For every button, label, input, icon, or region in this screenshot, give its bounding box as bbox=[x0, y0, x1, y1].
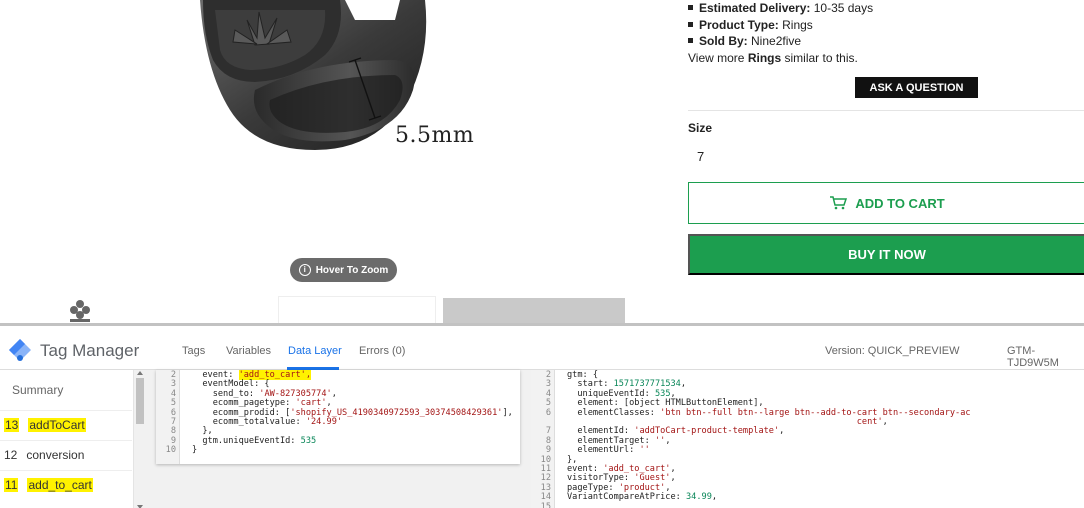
event-sidebar: Summary 13 addToCart 12 conversion 11 add_t… bbox=[0, 370, 145, 508]
code-text: VariantCompareAtPrice: 34.99, bbox=[567, 492, 718, 503]
sidebar-event-addtocart[interactable]: 13 addToCart bbox=[0, 410, 132, 439]
bullet-icon bbox=[688, 21, 693, 27]
datalayer-code-block: 2 event: 'add_to_cart', 3 eventModel: {4 … bbox=[156, 370, 520, 464]
code-text: } bbox=[192, 445, 198, 456]
sidebar-event-add-to-cart[interactable]: 11 add_to_cart bbox=[0, 470, 132, 499]
line-number: 6 bbox=[545, 407, 551, 418]
ring-width-label: 5.5mm bbox=[395, 123, 475, 148]
cart-icon bbox=[830, 196, 848, 210]
variables-code-block: 2 gtm: {3 start: 1571737771534, 4 uniqueEv… bbox=[531, 370, 993, 508]
add-to-cart-label: ADD TO CART bbox=[855, 195, 945, 211]
tab-errors[interactable]: Errors (0) bbox=[359, 345, 405, 357]
tab-data-layer[interactable]: Data Layer bbox=[288, 345, 342, 357]
info-estimated-delivery: Estimated Delivery: 10-35 days bbox=[688, 0, 1084, 17]
tag-manager-header: Tag Manager Tags Variables Data Layer Er… bbox=[0, 326, 1084, 370]
sidebar-summary[interactable]: Summary bbox=[12, 383, 63, 397]
version-label: Version: QUICK_PREVIEW bbox=[825, 345, 960, 357]
size-select[interactable]: 7 bbox=[688, 140, 1084, 172]
ask-question-button[interactable]: ASK A QUESTION bbox=[855, 77, 978, 98]
product-thumbnail-gray[interactable] bbox=[443, 298, 625, 323]
product-page: 5.5mm i Hover To Zoom Estimated Delivery… bbox=[0, 0, 1084, 323]
blank-panel bbox=[993, 370, 1084, 508]
hover-to-zoom-badge[interactable]: i Hover To Zoom bbox=[290, 258, 397, 282]
bullet-icon bbox=[688, 5, 693, 11]
buy-it-now-button[interactable]: BUY IT NOW bbox=[688, 234, 1084, 275]
code-line: 9 elementUrl: '' bbox=[531, 445, 993, 456]
size-label: Size bbox=[688, 121, 713, 135]
hover-to-zoom-label: Hover To Zoom bbox=[315, 264, 389, 276]
line-number: 15 bbox=[540, 501, 551, 508]
tab-tags[interactable]: Tags bbox=[182, 345, 205, 357]
tab-variables[interactable]: Variables bbox=[226, 345, 271, 357]
scroll-up-icon[interactable] bbox=[137, 371, 143, 375]
screenshot-root: 5.5mm i Hover To Zoom Estimated Delivery… bbox=[0, 0, 1084, 508]
line-number: 10 bbox=[165, 445, 176, 456]
sidebar-scrollbar[interactable] bbox=[133, 370, 145, 508]
code-line: 15 bbox=[531, 501, 993, 508]
view-more-text: View more Rings similar to this. bbox=[688, 50, 858, 65]
brand-logo-thumbnail[interactable] bbox=[66, 298, 94, 323]
add-to-cart-button[interactable]: ADD TO CART bbox=[688, 182, 1084, 224]
sidebar-event-conversion[interactable]: 12 conversion bbox=[0, 440, 132, 469]
info-sold-by: Sold By: Nine2five bbox=[688, 33, 1084, 50]
tag-manager-logo-icon bbox=[9, 339, 31, 361]
code-text: ecomm_totalvalue: '24.99' bbox=[192, 417, 343, 427]
container-id: GTM-TJD9W5M bbox=[1007, 345, 1059, 369]
info-icon: i bbox=[298, 264, 311, 276]
info-product-type: Product Type: Rings bbox=[688, 17, 1084, 34]
code-line: 9 gtm.uniqueEventId: 535 bbox=[156, 435, 520, 446]
code-text: elementUrl: '' bbox=[567, 445, 650, 456]
view-more-rings-link[interactable]: Rings bbox=[748, 51, 781, 65]
code-text: gtm.uniqueEventId: 535 bbox=[192, 435, 317, 446]
product-thumbnail[interactable] bbox=[278, 296, 436, 323]
product-info-list: Estimated Delivery: 10-35 days Product T… bbox=[688, 0, 1084, 65]
code-line: 14 VariantCompareAtPrice: 34.99, bbox=[531, 492, 993, 503]
code-line: 10} bbox=[156, 445, 520, 456]
bullet-icon bbox=[688, 38, 693, 44]
tag-manager-title: Tag Manager bbox=[40, 341, 140, 360]
ring-product-image[interactable] bbox=[195, 0, 515, 175]
scrollbar-thumb[interactable] bbox=[136, 378, 144, 424]
tag-manager-panel: Tag Manager Tags Variables Data Layer Er… bbox=[0, 323, 1084, 508]
divider bbox=[688, 110, 1084, 111]
